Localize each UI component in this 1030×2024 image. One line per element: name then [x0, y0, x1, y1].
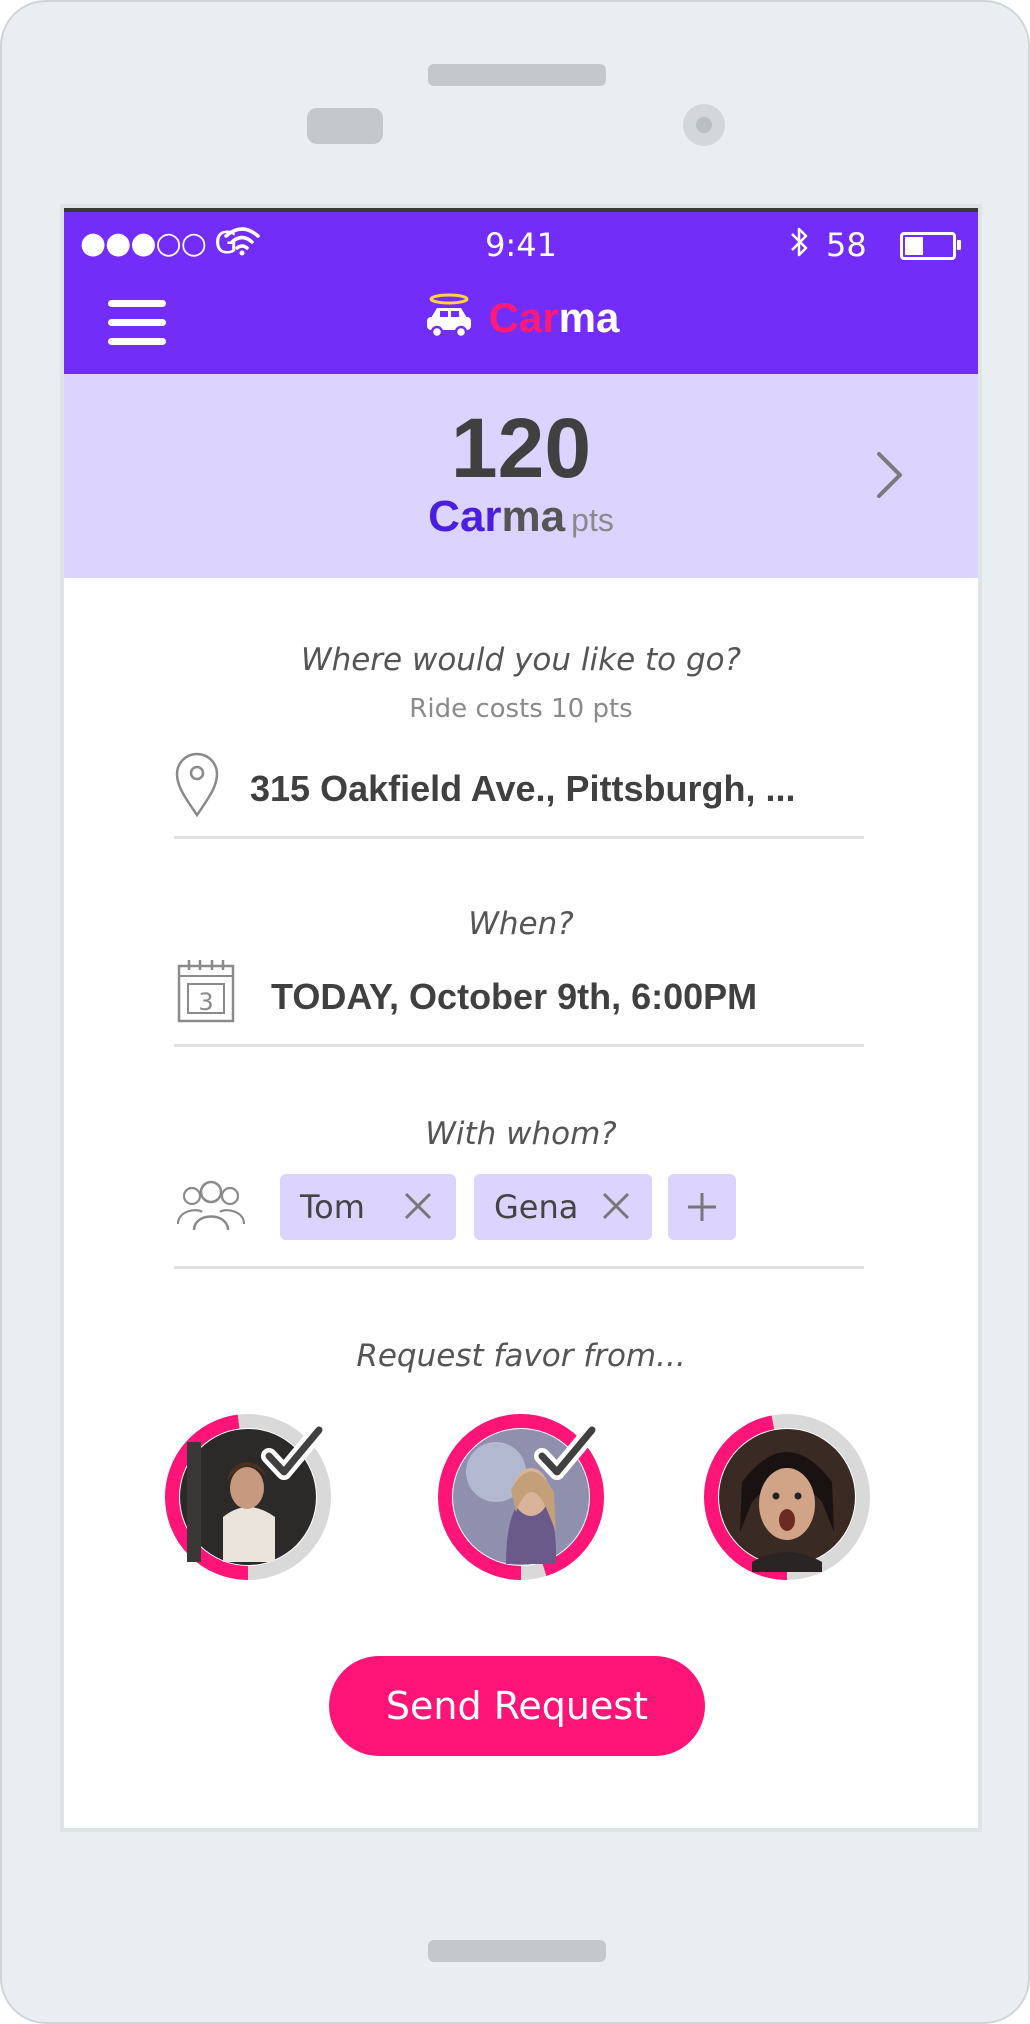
- divider: [174, 836, 864, 839]
- divider: [174, 1266, 864, 1269]
- datetime-input[interactable]: TODAY, October 9th, 6:00PM: [271, 976, 757, 1018]
- contact-avatar[interactable]: [702, 1412, 872, 1582]
- battery-percent: 58: [826, 226, 867, 264]
- contact-avatar[interactable]: [163, 1412, 333, 1582]
- send-request-button[interactable]: Send Request: [329, 1656, 705, 1756]
- calendar-day: 3: [198, 988, 214, 1016]
- app-screen: ●●●○○ G 9:41 58 Carma 120 Carma pts Wher…: [60, 204, 982, 1832]
- when-prompt: When?: [468, 906, 574, 942]
- phone-frame: ●●●○○ G 9:41 58 Carma 120 Carma pts Wher…: [0, 0, 1030, 2024]
- chevron-right-icon[interactable]: [874, 450, 904, 504]
- status-bar: ●●●○○ G 9:41 58: [64, 212, 978, 272]
- group-people-icon: [176, 1178, 246, 1238]
- bluetooth-icon: [788, 224, 812, 266]
- battery-icon: [900, 232, 961, 260]
- close-icon[interactable]: [600, 1190, 632, 1226]
- close-icon[interactable]: [402, 1190, 434, 1226]
- points-summary[interactable]: 120 Carma pts: [64, 374, 978, 578]
- destination-input[interactable]: 315 Oakfield Ave., Pittsburgh, ...: [250, 768, 795, 810]
- front-camera: [683, 104, 725, 146]
- companion-chip[interactable]: Tom: [280, 1174, 456, 1240]
- logo-wordmark: Carma: [488, 294, 620, 341]
- favor-prompt: Request favor from...: [356, 1338, 686, 1374]
- contact-avatar[interactable]: [436, 1412, 606, 1582]
- companion-chip[interactable]: Gena: [474, 1174, 652, 1240]
- front-sensor: [307, 108, 383, 144]
- destination-prompt: Where would you like to go?: [300, 642, 742, 678]
- nav-bar: Carma: [64, 272, 978, 374]
- points-value: 120: [450, 401, 592, 495]
- add-companion-button[interactable]: [668, 1174, 736, 1240]
- app-logo: Carma: [64, 292, 978, 344]
- plus-icon: [686, 1191, 718, 1227]
- companions-prompt: With whom?: [425, 1116, 617, 1152]
- home-button[interactable]: [428, 1940, 606, 1962]
- location-pin-icon: [174, 752, 220, 822]
- car-halo-icon: [423, 292, 475, 344]
- divider: [174, 1044, 864, 1047]
- points-label: Carma pts: [428, 492, 614, 541]
- ride-cost-note: Ride costs 10 pts: [409, 694, 633, 724]
- earpiece-speaker: [428, 64, 606, 86]
